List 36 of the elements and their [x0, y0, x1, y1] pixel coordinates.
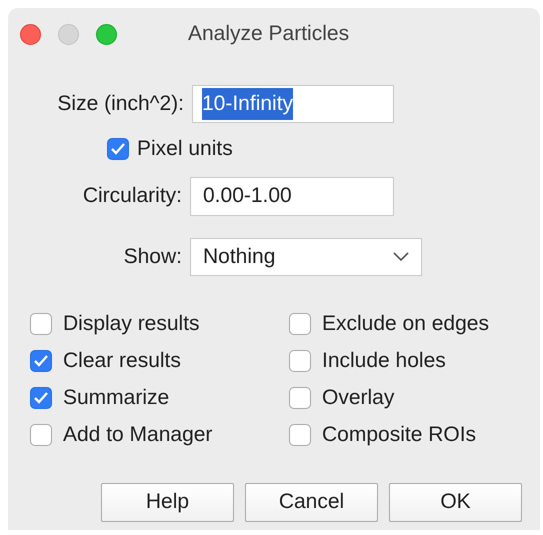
dialog-button[interactable]: Cancel: [245, 482, 378, 522]
field-label: Show:: [122, 244, 182, 270]
checkbox[interactable]: [289, 424, 311, 446]
window-title: Analyze Particles: [188, 21, 350, 48]
checkbox-label: Clear results: [63, 348, 181, 374]
checkbox[interactable]: [107, 138, 129, 160]
checkbox[interactable]: [289, 313, 311, 335]
show-dropdown[interactable]: Nothing: [190, 238, 422, 276]
circularity-field[interactable]: 0.00-1.00: [190, 176, 394, 216]
dialog-button[interactable]: OK: [389, 482, 522, 522]
checkbox[interactable]: [289, 350, 311, 372]
field-value: 10-Infinity: [202, 88, 294, 120]
zoom-button[interactable]: [96, 24, 117, 44]
checkmark-icon: [110, 142, 126, 156]
minimize-button[interactable]: [58, 24, 79, 44]
checkbox-label: Display results: [63, 311, 200, 338]
checkbox[interactable]: [30, 387, 52, 409]
size-field[interactable]: 10-Infinity: [192, 85, 394, 123]
checkbox-label: Summarize: [63, 385, 170, 412]
checkbox[interactable]: [30, 424, 52, 446]
dialog-button[interactable]: Help: [101, 482, 234, 522]
checkmark-icon: [33, 391, 49, 405]
checkmark-icon: [33, 354, 49, 368]
checkbox-label: Overlay: [322, 385, 394, 412]
checkbox-label: Include holes: [322, 348, 446, 374]
close-button[interactable]: [20, 24, 41, 44]
checkbox[interactable]: [30, 350, 52, 372]
checkbox-label: Add to Manager: [63, 422, 212, 448]
field-label: Size (inch^2):: [56, 91, 184, 118]
checkbox-label: Pixel units: [137, 136, 233, 162]
field-label: Circularity:: [82, 183, 182, 210]
checkbox[interactable]: [30, 313, 52, 335]
chevron-down-icon: [393, 252, 409, 262]
checkbox[interactable]: [289, 387, 311, 409]
checkbox-label: Exclude on edges: [322, 311, 489, 338]
checkbox-label: Composite ROIs: [322, 422, 476, 448]
